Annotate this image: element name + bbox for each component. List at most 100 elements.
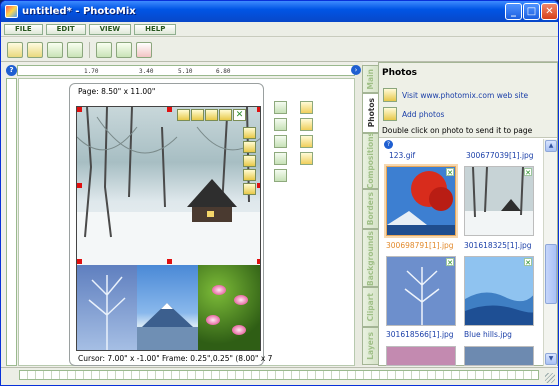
ruler-tick: 3.40 [139, 68, 154, 75]
photo-thumbnail[interactable] [386, 346, 456, 366]
snow-cabin-photo[interactable]: ✕ [77, 107, 260, 265]
lotus-flower-photo[interactable] [198, 265, 260, 350]
resize-handle[interactable] [77, 107, 82, 112]
page-canvas[interactable]: Page: 8.50" x 11.00" ✕ Cursor: 7.00" x -… [18, 78, 355, 366]
thumb-caption[interactable]: 300677039[1].jpg [466, 151, 534, 160]
collapse-panel-icon[interactable]: › [351, 65, 361, 75]
text-tool-icon[interactable] [274, 118, 287, 131]
blue-hills-thumbnail [465, 257, 533, 325]
thumb-caption[interactable]: 123.gif [389, 151, 415, 160]
snow-cabin-thumbnail [465, 167, 533, 235]
photomix-window: untitled* - PhotoMix _ □ ✕ FILE EDIT VIE… [0, 0, 559, 386]
tab-layers[interactable]: Layers [362, 327, 379, 365]
resize-handle[interactable] [257, 107, 260, 112]
tab-borders[interactable]: Borders [362, 189, 379, 229]
align-icon[interactable] [300, 135, 313, 148]
align-icon[interactable] [300, 152, 313, 165]
resize-handle[interactable] [257, 259, 260, 264]
remove-thumb-icon[interactable]: ✕ [446, 258, 454, 267]
thumb-caption[interactable]: 301618325[1].jpg [464, 241, 532, 250]
frame-icon[interactable] [67, 41, 83, 58]
shapes-tool-icon[interactable] [274, 152, 287, 165]
photo-overlay-toolbar: ✕ [177, 109, 246, 121]
mount-fuji-photo[interactable] [137, 265, 198, 350]
paste-icon[interactable] [243, 155, 256, 167]
flip-vertical-icon[interactable] [219, 109, 232, 121]
help-icon[interactable] [136, 41, 152, 58]
thumb-caption[interactable]: 301618566[1].jpg [386, 330, 454, 339]
resize-handle[interactable] [167, 107, 172, 112]
paint-tool-icon[interactable] [274, 135, 287, 148]
resize-icon[interactable] [243, 169, 256, 181]
visit-website-label: Visit www.photomix.com web site [402, 90, 529, 100]
menu-view[interactable]: VIEW [88, 23, 132, 35]
image-tool-icon[interactable] [274, 101, 287, 114]
open-icon[interactable] [27, 41, 43, 58]
remove-thumb-icon[interactable]: ✕ [524, 258, 532, 267]
ruler-tick: 1.70 [84, 68, 99, 75]
photo-thumbnail[interactable] [464, 346, 534, 366]
undo-icon[interactable] [96, 41, 112, 58]
photo-thumbnail[interactable]: ✕ [464, 166, 534, 236]
scroll-thumb[interactable] [545, 244, 557, 304]
menu-file[interactable]: FILE [4, 23, 43, 35]
frosty-tree-photo[interactable] [77, 265, 137, 350]
menu-help[interactable]: HELP [134, 23, 177, 35]
lock-icon[interactable] [243, 127, 256, 139]
tab-photos[interactable]: Photos [362, 93, 379, 133]
maximize-button[interactable]: □ [523, 3, 540, 20]
save-icon[interactable] [47, 41, 63, 58]
new-icon[interactable] [7, 41, 23, 58]
thumb-caption[interactable]: Blue hills.jpg [464, 330, 512, 339]
tab-clipart[interactable]: Clipart [362, 287, 379, 327]
resize-handle[interactable] [167, 259, 172, 264]
fit-icon[interactable] [243, 183, 256, 195]
menu-edit[interactable]: EDIT [45, 23, 86, 35]
gallery-scrollbar[interactable]: ▲ ▼ [543, 139, 557, 366]
scroll-down-icon[interactable]: ▼ [545, 353, 557, 365]
photo-thumbnail[interactable]: ✕ [386, 166, 456, 236]
tab-compositions[interactable]: Compositions [362, 132, 379, 190]
frosty-tree-thumbnail [387, 257, 455, 325]
resize-grip-icon[interactable] [545, 373, 555, 383]
remove-thumb-icon[interactable]: ✕ [524, 168, 532, 177]
redo-icon[interactable] [116, 41, 132, 58]
align-icon[interactable] [300, 101, 313, 114]
thumb-caption[interactable]: 300698791[1].jpg [386, 241, 454, 250]
visit-website-link[interactable]: Visit www.photomix.com web site [383, 88, 528, 102]
resize-handle[interactable] [257, 183, 260, 188]
copy-icon[interactable] [243, 141, 256, 153]
tab-label: Compositions [366, 132, 375, 190]
tab-label: Layers [366, 332, 375, 360]
photo-thumbnail[interactable]: ✕ [464, 256, 534, 326]
delete-photo-icon[interactable]: ✕ [233, 109, 246, 121]
rotate-icon[interactable] [177, 109, 190, 121]
add-photos-link[interactable]: Add photos [383, 107, 444, 121]
scroll-up-icon[interactable]: ▲ [545, 140, 557, 152]
tab-backgrounds[interactable]: Backgrounds [362, 229, 379, 287]
close-button[interactable]: ✕ [541, 3, 558, 20]
photo-gallery[interactable]: ? 123.gif 300677039[1].jpg ✕ 300698791[1… [379, 139, 543, 366]
resize-handle[interactable] [77, 259, 82, 264]
cursor-frame-info: Cursor: 7.00" x -1.00" Frame: 0.25",0.25… [78, 354, 273, 363]
remove-thumb-icon[interactable]: ✕ [446, 168, 454, 177]
page-frame: Page: 8.50" x 11.00" ✕ Cursor: 7.00" x -… [69, 83, 272, 366]
minimize-button[interactable]: _ [505, 3, 522, 20]
photo-thumbnail[interactable]: ✕ [386, 256, 456, 326]
resize-handle[interactable] [77, 183, 82, 188]
tab-main[interactable]: Main [362, 65, 379, 93]
photo-collage[interactable]: ✕ [76, 106, 261, 351]
title-bar[interactable]: untitled* - PhotoMix _ □ ✕ [1, 1, 558, 22]
snow-scene-graphic [77, 107, 260, 265]
tab-label: Backgrounds [366, 230, 375, 286]
panel-title: Photos [382, 68, 418, 78]
help-icon[interactable]: ? [384, 140, 393, 149]
page-size-label: Page: 8.50" x 11.00" [78, 87, 156, 96]
bottom-ruler [19, 370, 539, 380]
effects-tool-icon[interactable] [274, 169, 287, 182]
help-icon[interactable]: ? [6, 65, 17, 76]
flip-horizontal-icon[interactable] [205, 109, 218, 121]
photos-panel: Photos Visit www.photomix.com web site A… [378, 62, 558, 366]
pan-hand-icon[interactable] [191, 109, 204, 121]
align-icon[interactable] [300, 118, 313, 131]
